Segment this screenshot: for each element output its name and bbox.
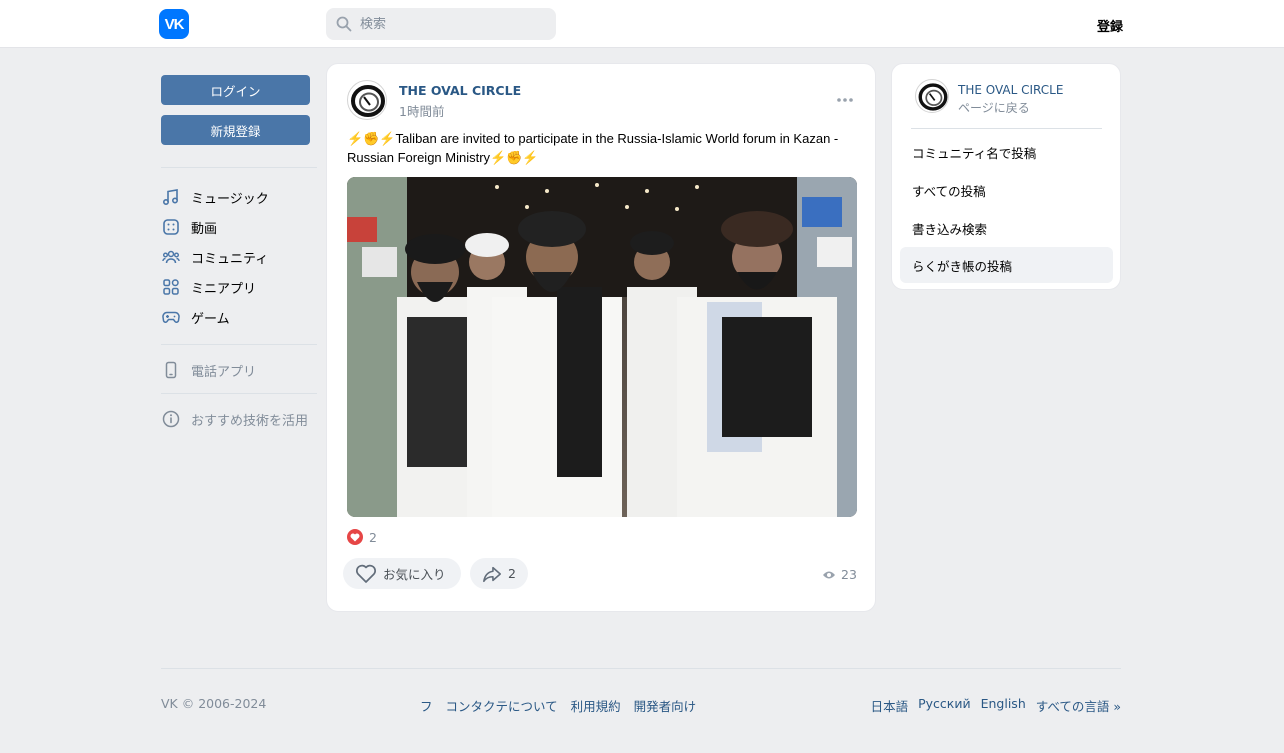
community-icon [161, 247, 181, 267]
nav-item-label: ゲーム [191, 311, 230, 327]
nav-item-label: ミュージック [191, 191, 269, 207]
post-card: THE OVAL CIRCLE 1時間前 ⚡✊⚡Taliban are invi… [326, 63, 876, 612]
nav-item-label: 動画 [191, 221, 218, 237]
share-count: 2 [508, 566, 516, 581]
footer-link-developers[interactable]: 開発者向け [634, 696, 697, 715]
sidebar-item-search-posts[interactable]: 書き込み検索 [900, 210, 1113, 246]
gamepad-icon [161, 307, 181, 327]
back-to-page-link[interactable]: ページに戻る [958, 99, 1030, 116]
footer-link-about[interactable]: コンタクテについて [446, 696, 558, 715]
share-button[interactable]: 2 [470, 558, 528, 589]
mini-apps-icon [161, 277, 181, 297]
footer-links: フ コンタクテについて 利用規約 開発者向け [420, 696, 709, 715]
likes-summary[interactable]: 2 [347, 529, 377, 545]
footer-link[interactable]: フ [420, 696, 433, 715]
nav-item-label: おすすめ技術を活用 [191, 413, 309, 429]
community-sidebar: THE OVAL CIRCLE ページに戻る コミュニティ名で投稿 すべての投稿… [891, 63, 1121, 290]
sidebar-item-all-posts[interactable]: すべての投稿 [900, 172, 1113, 208]
nav-item-music[interactable]: ミュージック [161, 185, 317, 209]
nav-item-label: ミニアプリ [191, 281, 257, 297]
sidebar-item-wall-posts[interactable]: らくがき帳の投稿 [900, 247, 1113, 283]
top-bar: VK 登録 [0, 0, 1284, 48]
info-icon [161, 409, 181, 429]
sidebar-divider [911, 128, 1102, 129]
heart-icon [347, 529, 363, 545]
post-photo[interactable] [347, 177, 857, 517]
community-avatar[interactable] [347, 80, 387, 120]
views-counter: 23 [822, 567, 857, 582]
language-english[interactable]: English [981, 696, 1026, 715]
video-icon [161, 217, 181, 237]
vk-logo[interactable]: VK [159, 9, 189, 39]
search-input[interactable] [360, 16, 540, 32]
login-button[interactable]: ログイン [161, 75, 310, 105]
heart-outline-icon [356, 564, 376, 583]
post-author-link[interactable]: THE OVAL CIRCLE [399, 83, 521, 98]
views-count: 23 [841, 567, 857, 582]
community-name-link[interactable]: THE OVAL CIRCLE [958, 83, 1063, 97]
nav-item-label: 電話アプリ [191, 364, 257, 380]
share-icon [483, 566, 501, 582]
post-text: ⚡✊⚡Taliban are invited to participate in… [347, 131, 839, 165]
nav-divider [161, 393, 317, 394]
eye-icon [823, 571, 835, 578]
signup-button[interactable]: 新規登録 [161, 115, 310, 145]
copyright: VK © 2006-2024 [161, 696, 267, 711]
register-link[interactable]: 登録 [1097, 16, 1123, 35]
favorite-label: お気に入り [383, 567, 446, 582]
likes-count: 2 [369, 529, 377, 545]
footer-link-terms[interactable]: 利用規約 [571, 696, 621, 715]
language-links: 日本語 Русский English すべての言語 » [861, 696, 1121, 715]
nav-item-games[interactable]: ゲーム [161, 305, 317, 329]
nav-divider [161, 167, 317, 168]
favorite-button[interactable]: お気に入り [343, 558, 461, 589]
nav-item-community[interactable]: コミュニティ [161, 245, 317, 269]
nav-item-recommend[interactable]: おすすめ技術を活用 [161, 407, 317, 431]
nav-item-phone-app[interactable]: 電話アプリ [161, 358, 317, 382]
nav-item-video[interactable]: 動画 [161, 215, 317, 239]
nav-item-label: コミュニティ [191, 251, 269, 267]
search-icon [336, 16, 352, 32]
phone-icon [161, 360, 181, 380]
language-russian[interactable]: Русский [918, 696, 970, 715]
nav-divider [161, 344, 317, 345]
search-box[interactable] [326, 8, 556, 40]
nav-item-mini-apps[interactable]: ミニアプリ [161, 275, 317, 299]
language-japanese[interactable]: 日本語 [871, 696, 909, 715]
music-note-icon [161, 187, 181, 207]
post-time[interactable]: 1時間前 [399, 101, 444, 120]
footer-divider [161, 668, 1121, 669]
sidebar-item-community-posts[interactable]: コミュニティ名で投稿 [900, 134, 1113, 170]
more-options-icon[interactable] [835, 90, 855, 110]
language-all[interactable]: すべての言語 » [1036, 696, 1121, 715]
community-avatar[interactable] [915, 79, 949, 113]
